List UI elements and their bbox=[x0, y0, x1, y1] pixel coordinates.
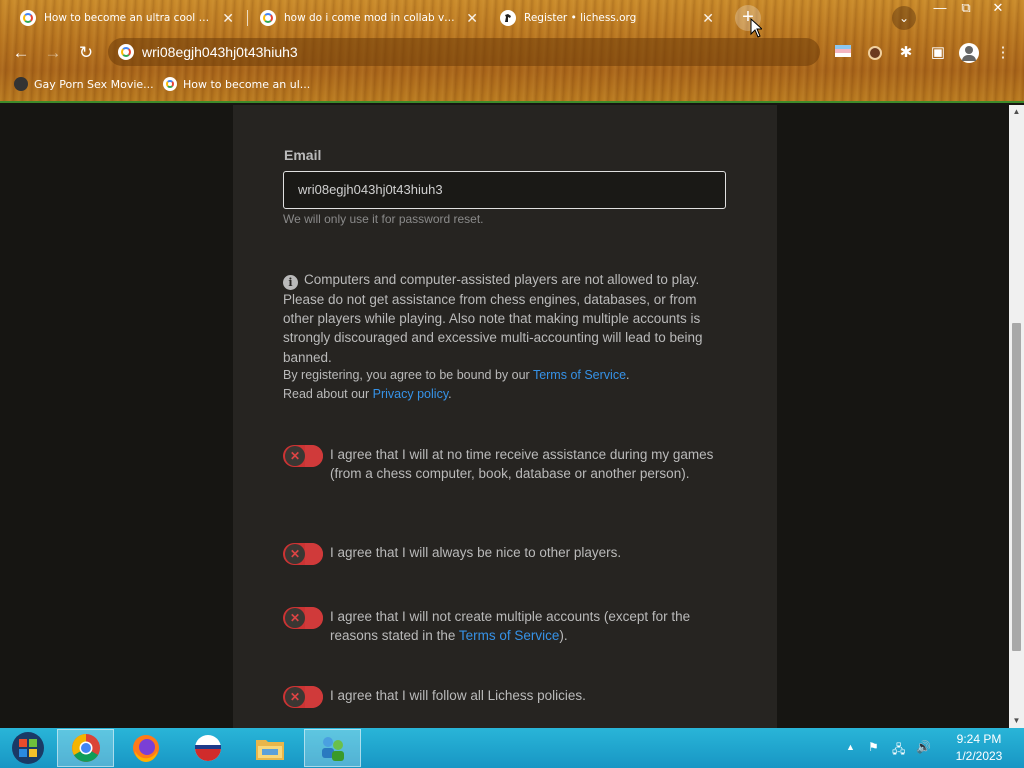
chrome-icon bbox=[71, 734, 100, 762]
restore-button[interactable]: ⧉ bbox=[952, 0, 980, 18]
volume-icon[interactable]: 🔊 bbox=[916, 740, 931, 754]
tab-become-mod[interactable]: How to become an ultra cool mod ✕ bbox=[10, 4, 244, 32]
agreement-policies: ✕ I agree that I will follow all Lichess… bbox=[283, 686, 728, 708]
privacy-notice: Read about our Privacy policy. bbox=[283, 387, 728, 401]
toggle-off-icon: ✕ bbox=[285, 544, 305, 564]
profile-extension-icon[interactable] bbox=[864, 42, 886, 64]
register-form-panel: Email wri08egjh043hj0t43hiuh3 We will on… bbox=[233, 105, 777, 728]
tab-title: how do i come mod in collab vm so bbox=[284, 12, 459, 24]
address-bar[interactable]: wri08egjh043hj0t43hiuh3 bbox=[108, 38, 820, 66]
privacy-suffix: . bbox=[448, 387, 452, 401]
bookmark-item[interactable]: How to become an ul... bbox=[163, 74, 310, 94]
tab-close-icon[interactable]: ✕ bbox=[222, 10, 234, 27]
extensions-icon[interactable]: ✱ bbox=[895, 42, 917, 64]
google-favicon-icon bbox=[20, 10, 36, 26]
agreement-toggle[interactable]: ✕ bbox=[283, 543, 323, 565]
email-help-text: We will only use it for password reset. bbox=[283, 212, 484, 226]
taskbar: ▲ ⚑ 🖧 🔊 9:24 PM 1/2/2023 bbox=[0, 728, 1024, 768]
close-window-button[interactable]: ✕ bbox=[984, 0, 1012, 18]
reload-button[interactable]: ↻ bbox=[75, 42, 97, 64]
google-favicon-icon bbox=[118, 44, 134, 60]
google-favicon-icon bbox=[163, 77, 177, 91]
agreement-text: I agree that I will not create multiple … bbox=[330, 607, 728, 645]
tab-search-button[interactable]: ⌄ bbox=[892, 6, 916, 30]
scrollbar-thumb[interactable] bbox=[1012, 323, 1021, 651]
fair-play-warning: i Computers and computer-assisted players… bbox=[283, 270, 728, 367]
terms-of-service-link[interactable]: Terms of Service bbox=[459, 628, 560, 643]
toggle-off-icon: ✕ bbox=[285, 608, 305, 628]
show-hidden-icons-icon[interactable]: ▲ bbox=[846, 742, 855, 752]
agreement-toggle[interactable]: ✕ bbox=[283, 686, 323, 708]
agreement-text-suffix: ). bbox=[559, 628, 568, 644]
toggle-off-icon: ✕ bbox=[285, 687, 305, 707]
lichess-favicon-icon bbox=[500, 10, 516, 26]
taskbar-file-explorer[interactable] bbox=[242, 729, 298, 767]
profile-avatar-icon[interactable] bbox=[958, 42, 980, 64]
agreement-toggle[interactable]: ✕ bbox=[283, 445, 323, 467]
tab-close-icon[interactable]: ✕ bbox=[466, 10, 478, 27]
tab-title: Register • lichess.org bbox=[524, 12, 637, 24]
network-users-icon bbox=[321, 737, 344, 761]
bookmark-favicon-icon bbox=[14, 77, 28, 91]
taskbar-opera[interactable] bbox=[180, 729, 236, 767]
bookmark-label: Gay Porn Sex Movie... bbox=[34, 77, 154, 91]
tab-register-lichess[interactable]: Register • lichess.org ✕ bbox=[490, 4, 724, 32]
privacy-prefix: Read about our bbox=[283, 387, 373, 401]
tab-collab-vm[interactable]: how do i come mod in collab vm so ✕ bbox=[250, 4, 488, 32]
browser-chrome: How to become an ultra cool mod ✕ how do… bbox=[0, 0, 1024, 103]
agreement-toggle[interactable]: ✕ bbox=[283, 607, 323, 629]
tab-separator bbox=[247, 10, 248, 26]
scroll-up-arrow-icon[interactable]: ▲ bbox=[1009, 105, 1024, 119]
page-viewport: Email wri08egjh043hj0t43hiuh3 We will on… bbox=[0, 105, 1009, 728]
taskbar-chrome[interactable] bbox=[57, 729, 114, 767]
bookmark-item[interactable]: Gay Porn Sex Movie... bbox=[14, 74, 154, 94]
opera-icon bbox=[195, 735, 221, 761]
taskbar-firefox[interactable] bbox=[118, 729, 174, 767]
terms-suffix: . bbox=[626, 368, 630, 382]
start-orb-icon bbox=[12, 732, 44, 764]
terms-notice: By registering, you agree to be bound by… bbox=[283, 368, 728, 382]
agreement-multiple-accounts: ✕ I agree that I will not create multipl… bbox=[283, 607, 728, 645]
terms-prefix: By registering, you agree to be bound by… bbox=[283, 368, 533, 382]
forward-button[interactable]: → bbox=[42, 42, 64, 64]
tab-close-icon[interactable]: ✕ bbox=[702, 10, 714, 27]
agreement-nice: ✕ I agree that I will always be nice to … bbox=[283, 543, 728, 565]
taskbar-network-app[interactable] bbox=[304, 729, 361, 767]
network-icon[interactable]: 🖧 bbox=[892, 740, 905, 761]
agreement-text: I agree that I will always be nice to ot… bbox=[330, 545, 622, 560]
terms-of-service-link[interactable]: Terms of Service bbox=[533, 368, 626, 382]
privacy-policy-link[interactable]: Privacy policy bbox=[373, 387, 448, 401]
email-label: Email bbox=[284, 147, 322, 163]
back-button[interactable]: ← bbox=[10, 42, 32, 64]
agreement-text: I agree that I will at no time receive a… bbox=[330, 447, 714, 482]
mouse-cursor-icon bbox=[750, 18, 762, 38]
page-scrollbar[interactable]: ▲ ▼ bbox=[1009, 105, 1024, 728]
warning-text: Computers and computer-assisted players … bbox=[283, 272, 703, 365]
scroll-down-arrow-icon[interactable]: ▼ bbox=[1009, 714, 1024, 728]
email-input[interactable]: wri08egjh043hj0t43hiuh3 bbox=[283, 171, 726, 209]
flag-extension-icon[interactable] bbox=[832, 42, 854, 64]
address-bar-text: wri08egjh043hj0t43hiuh3 bbox=[142, 44, 298, 60]
clock-date: 1/2/2023 bbox=[955, 749, 1003, 763]
minimize-button[interactable]: — bbox=[926, 0, 954, 18]
side-panel-icon[interactable]: ▣ bbox=[927, 42, 949, 64]
agreement-assistance: ✕ I agree that I will at no time receive… bbox=[283, 445, 728, 483]
action-center-flag-icon[interactable]: ⚑ bbox=[868, 740, 879, 754]
tab-title: How to become an ultra cool mod bbox=[44, 12, 215, 24]
toggle-off-icon: ✕ bbox=[285, 446, 305, 466]
firefox-icon bbox=[133, 735, 159, 762]
clock-time: 9:24 PM bbox=[956, 732, 1002, 746]
menu-kebab-icon[interactable]: ⋮ bbox=[992, 42, 1014, 64]
system-clock[interactable]: 9:24 PM 1/2/2023 bbox=[944, 731, 1014, 765]
info-icon: i bbox=[283, 275, 298, 290]
start-button[interactable] bbox=[0, 729, 56, 767]
folder-icon bbox=[256, 740, 284, 760]
google-favicon-icon bbox=[260, 10, 276, 26]
agreement-text: I agree that I will follow all Lichess p… bbox=[330, 688, 586, 703]
bookmark-label: How to become an ul... bbox=[183, 77, 311, 91]
